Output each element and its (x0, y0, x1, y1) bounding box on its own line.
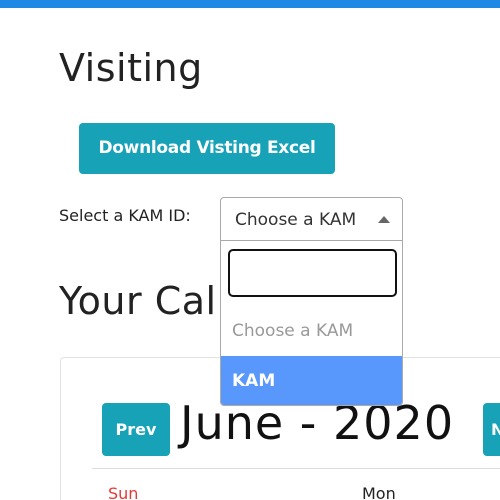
calendar-divider (92, 468, 500, 469)
kam-option-placeholder[interactable]: Choose a KAM (221, 306, 402, 356)
visiting-page: Visiting Download Visting Excel Select a… (0, 0, 500, 500)
calendar-heading: Your Cal (59, 279, 217, 323)
page-title: Visiting (59, 46, 203, 90)
next-month-button[interactable]: N (483, 403, 500, 456)
weekday-mon: Mon (362, 484, 396, 500)
kam-option-kam[interactable]: KAM (221, 356, 402, 405)
kam-select[interactable]: Choose a KAM (220, 197, 403, 241)
kam-dropdown: Choose a KAM KAM (220, 240, 403, 406)
caret-up-icon (378, 216, 390, 223)
kam-search-input[interactable] (228, 249, 397, 297)
top-bar (0, 0, 500, 8)
kam-select-value: Choose a KAM (235, 210, 357, 230)
download-visiting-excel-button[interactable]: Download Visting Excel (79, 123, 335, 174)
prev-month-button[interactable]: Prev (102, 403, 170, 456)
weekday-sun: Sun (108, 484, 139, 500)
kam-select-label: Select a KAM ID: (59, 206, 191, 225)
